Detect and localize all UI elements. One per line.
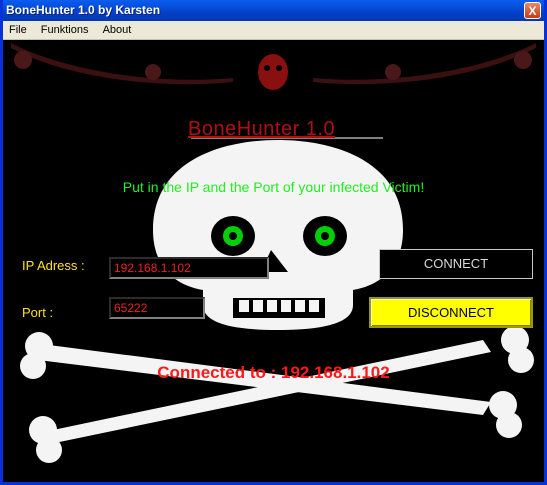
instruction-text: Put in the IP and the Port of your infec… [122, 179, 425, 195]
close-button[interactable]: X [524, 2, 541, 19]
ip-address-label: IP Adress : [22, 258, 85, 273]
window-title: BoneHunter 1.0 by Karsten [6, 3, 161, 17]
app-window: BoneHunter 1.0 by Karsten X File Funktio… [0, 0, 547, 485]
menu-funktions[interactable]: Funktions [35, 21, 94, 36]
ip-address-field[interactable]: 192.168.1.102 [109, 257, 269, 279]
crossbones-icon [20, 326, 534, 463]
disconnect-button[interactable]: DISCONNECT [369, 297, 533, 328]
connect-button[interactable]: CONNECT [379, 249, 533, 279]
main-panel: BoneHunter 1.0 Put in the IP and the Por… [3, 40, 544, 482]
menu-bar: File Funktions About [3, 21, 544, 40]
title-bar[interactable]: BoneHunter 1.0 by Karsten X [3, 0, 544, 21]
menu-about[interactable]: About [97, 21, 137, 36]
app-heading: BoneHunter 1.0 [188, 118, 336, 140]
menu-file[interactable]: File [3, 21, 32, 36]
port-label: Port : [22, 305, 54, 320]
top-ornament-icon [11, 43, 536, 90]
port-field[interactable]: 65222 [109, 297, 205, 319]
connection-status: Connected to : 192.168.1.102 [157, 363, 390, 382]
